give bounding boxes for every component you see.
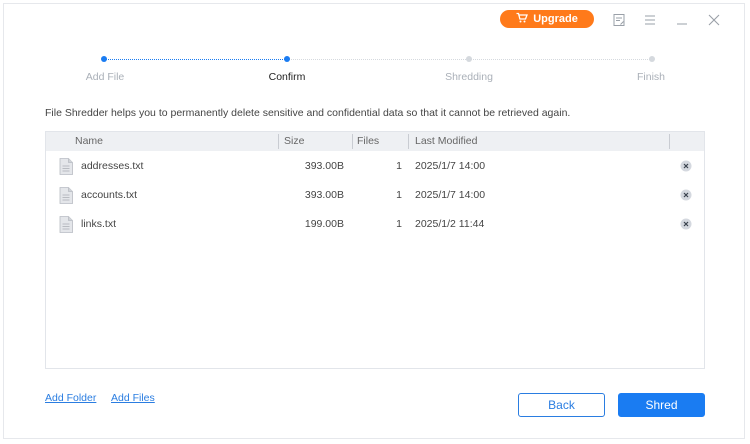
file-name: accounts.txt [81, 189, 138, 201]
upgrade-button[interactable]: Upgrade [500, 10, 594, 28]
step-dot-shredding [466, 56, 472, 62]
text-file-icon [59, 187, 73, 204]
step-progress: Add File Confirm Shredding Finish [4, 54, 744, 94]
column-header-files[interactable]: Files [357, 135, 379, 147]
column-header-name[interactable]: Name [75, 135, 103, 147]
file-size: 199.00B [304, 218, 344, 230]
table-row[interactable]: accounts.txt 393.00B 1 2025/1/7 14:00 [46, 181, 704, 209]
app-window: Upgrade Add File Confirm Shredding Finis… [3, 3, 745, 439]
file-name: links.txt [81, 218, 117, 230]
step-dot-confirm [284, 56, 290, 62]
shred-button[interactable]: Shred [618, 393, 705, 417]
add-folder-link[interactable]: Add Folder [45, 392, 96, 404]
remove-icon[interactable] [680, 218, 692, 230]
step-label-confirm: Confirm [268, 71, 306, 83]
step-label-add-file: Add File [85, 71, 125, 83]
file-count: 1 [396, 160, 402, 172]
column-divider[interactable] [669, 134, 670, 149]
column-header-last-modified[interactable]: Last Modified [415, 135, 477, 147]
table-row[interactable]: links.txt 199.00B 1 2025/1/2 11:44 [46, 210, 704, 238]
upgrade-label: Upgrade [533, 13, 578, 25]
column-divider[interactable] [352, 134, 353, 149]
file-modified: 2025/1/2 11:44 [415, 218, 485, 230]
file-size: 393.00B [304, 160, 344, 172]
table-row[interactable]: addresses.txt 393.00B 1 2025/1/7 14:00 [46, 152, 704, 180]
column-divider[interactable] [408, 134, 409, 149]
remove-icon[interactable] [680, 189, 692, 201]
close-icon[interactable] [707, 13, 721, 27]
description-text: File Shredder helps you to permanently d… [45, 107, 571, 119]
file-table: Name Size Files Last Modified addresses.… [45, 131, 705, 369]
minimize-icon[interactable] [675, 13, 689, 27]
text-file-icon [59, 158, 73, 175]
file-count: 1 [396, 189, 402, 201]
step-label-finish: Finish [636, 71, 665, 83]
file-size: 393.00B [304, 189, 344, 201]
menu-icon[interactable] [643, 13, 657, 27]
file-modified: 2025/1/7 14:00 [415, 189, 486, 201]
step-label-shredding: Shredding [445, 71, 493, 83]
title-bar: Upgrade [4, 4, 744, 34]
cart-icon [516, 12, 529, 27]
column-divider[interactable] [278, 134, 279, 149]
add-files-link[interactable]: Add Files [111, 392, 155, 404]
back-button[interactable]: Back [518, 393, 605, 417]
column-header-size[interactable]: Size [284, 135, 304, 147]
feedback-icon[interactable] [612, 13, 626, 27]
text-file-icon [59, 216, 73, 233]
file-modified: 2025/1/7 14:00 [415, 160, 486, 172]
file-name: addresses.txt [81, 160, 144, 172]
step-connector-done [104, 59, 287, 60]
remove-icon[interactable] [680, 160, 692, 172]
file-count: 1 [396, 218, 402, 230]
step-dot-add-file [101, 56, 107, 62]
step-dot-finish [649, 56, 655, 62]
table-header: Name Size Files Last Modified [46, 132, 704, 151]
